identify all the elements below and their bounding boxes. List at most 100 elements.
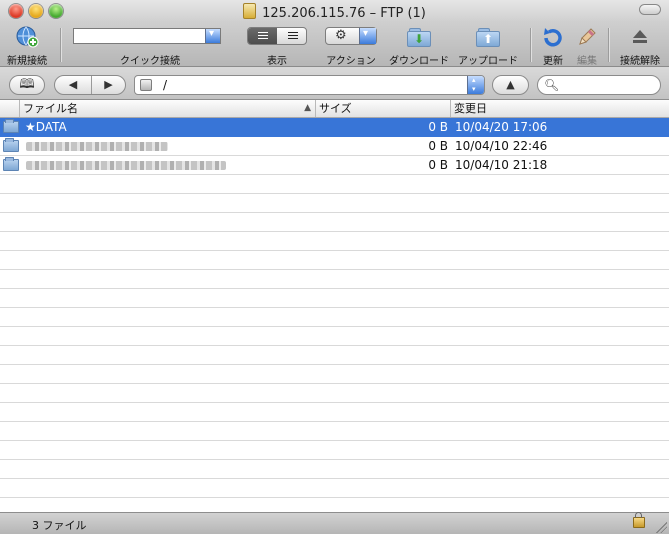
toolbar-separator [530,28,531,62]
file-size: 0 B [428,158,448,172]
view-label: 表示 [267,56,287,67]
folder-icon [3,157,19,171]
empty-row [0,251,669,270]
outline-view-icon [288,32,298,41]
server-drive-icon [140,79,152,91]
refresh-label: 更新 [543,56,563,67]
size-column-header[interactable]: サイズ [316,100,451,117]
folder-icon [3,119,19,133]
toolbar-separator [608,28,609,62]
file-modified: 10/04/10 22:46 [455,139,548,153]
edit-label: 編集 [577,56,597,67]
empty-row [0,441,669,460]
size-column-label: サイズ [319,102,352,115]
pencil-icon [579,28,596,45]
status-bar: 3 ファイル [0,512,669,534]
file-list: ★DATA 0 B 10/04/20 17:06 0 B 10/04/10 22… [0,118,669,512]
resize-grip[interactable] [656,522,667,533]
view-mode-segmented-control [247,27,307,45]
empty-row [0,308,669,327]
sort-ascending-icon: ▲ [304,103,311,113]
new-connection-button[interactable]: 新規接続 [4,24,50,67]
toolbar-separator [60,28,61,62]
empty-row [0,232,669,251]
file-size: 0 B [428,120,448,134]
empty-row [0,403,669,422]
file-name: ★DATA [25,120,67,134]
path-bar: 🕮 ◀ ▶ / ▲ 🔍︎ [0,67,669,100]
empty-row [0,327,669,346]
empty-row [0,194,669,213]
back-button[interactable]: ◀ [55,76,92,94]
empty-row [0,270,669,289]
download-label: ダウンロード [389,56,449,67]
parent-folder-button[interactable]: ▲ [492,75,529,95]
edit-button[interactable]: 編集 [572,24,602,67]
upload-folder-icon: ⬆ [476,26,500,48]
empty-row [0,346,669,365]
gear-icon: ⚙ [335,28,347,43]
redacted-file-name [26,142,168,151]
quick-connect-input[interactable] [73,28,221,44]
current-path: / [163,78,168,92]
title-bar: 125.206.115.76 – FTP (1) [0,0,669,22]
empty-row [0,422,669,441]
modified-column-label: 変更日 [454,102,487,115]
modified-column-header[interactable]: 変更日 [451,100,669,117]
list-view-button[interactable] [248,28,277,44]
empty-row [0,213,669,232]
empty-row [0,460,669,479]
history-nav-group: ◀ ▶ [54,75,126,95]
table-row[interactable]: ★DATA 0 B 10/04/20 17:06 [0,118,669,137]
icon-column-header [0,100,20,117]
quick-connect-group: クイック接続 [73,24,235,67]
ftp-window: 125.206.115.76 – FTP (1) 新規接続 クイック接続 [0,0,669,534]
toolbar: 新規接続 クイック接続 表示 ⚙ アクション ⬇ [0,22,669,67]
action-label: アクション [326,56,376,67]
list-view-icon [258,32,268,41]
download-folder-icon: ⬇ [407,26,431,48]
status-text: 3 ファイル [32,519,87,532]
path-popup-stepper[interactable] [467,76,484,94]
path-popup[interactable]: / [134,75,485,95]
download-button[interactable]: ⬇ ダウンロード [386,24,452,67]
window-title-container: 125.206.115.76 – FTP (1) [0,3,669,21]
empty-row [0,498,669,512]
search-field[interactable]: 🔍︎ [537,75,661,95]
upload-label: アップロード [458,56,518,67]
column-view-button[interactable] [278,28,306,44]
empty-row [0,289,669,308]
quick-connect-label: クイック接続 [120,56,180,67]
refresh-button[interactable]: 更新 [538,24,568,67]
file-size: 0 B [428,139,448,153]
eject-icon [633,30,647,43]
action-menu-button[interactable]: ⚙ [325,27,377,45]
folder-icon [3,138,19,152]
redacted-file-name [26,161,226,170]
window-title: 125.206.115.76 – FTP (1) [262,6,426,21]
empty-row [0,384,669,403]
refresh-icon [544,28,562,47]
quick-connect-dropdown-button[interactable] [205,28,220,43]
up-arrow-icon: ▲ [506,78,515,91]
table-row[interactable]: 0 B 10/04/10 21:18 [0,156,669,175]
disconnect-button[interactable]: 接続解除 [614,24,666,67]
book-icon: 🕮 [19,77,35,92]
chevron-down-icon [359,28,376,44]
upload-button[interactable]: ⬆ アップロード [454,24,522,67]
globe-icon [16,26,39,48]
empty-row [0,479,669,498]
name-column-header[interactable]: ファイル名 ▲ [20,100,316,117]
file-list-header: ファイル名 ▲ サイズ 変更日 [0,100,669,118]
bookmarks-button[interactable]: 🕮 [9,75,45,95]
empty-row [0,175,669,194]
name-column-label: ファイル名 [23,102,78,115]
forward-button[interactable]: ▶ [91,76,126,94]
action-group: ⚙ アクション [320,24,382,67]
empty-row [0,365,669,384]
toolbar-toggle-button[interactable] [639,4,661,15]
search-icon: 🔍︎ [544,78,560,92]
lock-icon[interactable] [633,512,645,528]
file-modified: 10/04/20 17:06 [455,120,548,134]
table-row[interactable]: 0 B 10/04/10 22:46 [0,137,669,156]
